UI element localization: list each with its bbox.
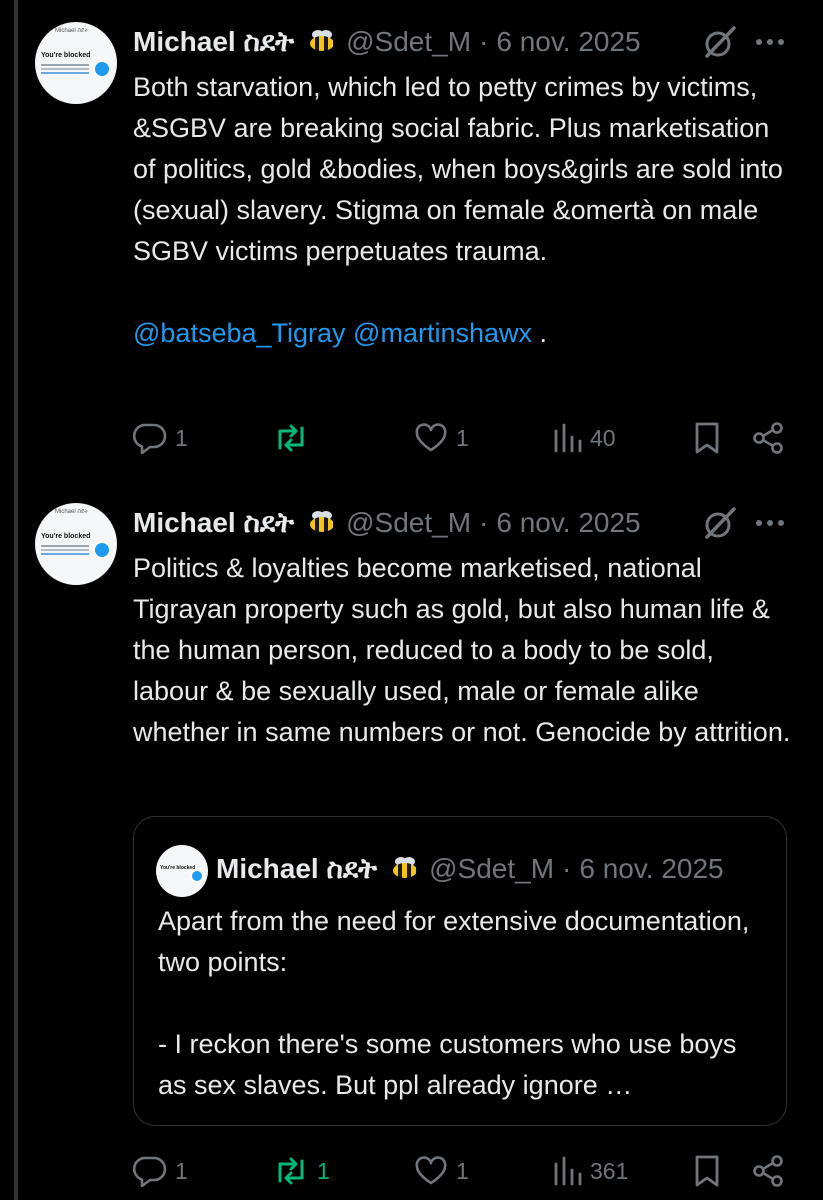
bookmark-icon xyxy=(695,1155,719,1187)
reply-count: 1 xyxy=(175,424,188,451)
mentions-line: @batseba_Tigray @martinshawx . xyxy=(133,313,793,354)
quoted-header: Michael ስደት @Sdet_M · 6 nov. 2025 xyxy=(216,849,724,889)
more-icon[interactable] xyxy=(750,22,790,62)
bookmark-icon xyxy=(695,422,719,454)
avatar-top-text: Michael ስደት xyxy=(55,28,89,34)
grok-icon[interactable] xyxy=(700,22,740,62)
author-handle[interactable]: @Sdet_M xyxy=(346,26,471,58)
tweet-date[interactable]: 6 nov. 2025 xyxy=(496,507,640,539)
reply-button[interactable]: 1 xyxy=(133,418,188,458)
tweet-text: Both starvation, which led to petty crim… xyxy=(133,67,793,354)
tweet-date[interactable]: 6 nov. 2025 xyxy=(496,26,640,58)
avatar-lines xyxy=(41,64,89,66)
avatar[interactable]: Michael ስደት You're blocked xyxy=(35,503,117,585)
separator: · xyxy=(479,507,489,538)
views-icon xyxy=(554,423,582,453)
mention-link[interactable]: @martinshawx xyxy=(353,318,532,348)
repost-icon xyxy=(278,1157,304,1185)
like-button[interactable]: 1 xyxy=(414,1151,469,1191)
author-handle[interactable]: @Sdet_M xyxy=(346,507,471,539)
thread-line xyxy=(14,0,18,1200)
action-bar: 1 1 40 xyxy=(133,418,793,458)
tweet-header: Michael ስደት @Sdet_M · 6 nov. 2025 xyxy=(133,503,641,543)
verified-check-icon xyxy=(93,60,111,78)
views-icon xyxy=(554,1156,582,1186)
quoted-author-name: Michael ስደት xyxy=(216,852,378,884)
share-icon xyxy=(753,1155,783,1187)
separator: · xyxy=(562,853,572,884)
like-icon xyxy=(415,1156,447,1185)
reply-icon xyxy=(133,1156,167,1187)
views-button[interactable]: 361 xyxy=(552,1151,628,1191)
quoted-author-handle: @Sdet_M xyxy=(429,853,555,884)
verified-check-icon xyxy=(190,869,204,883)
share-icon xyxy=(753,422,783,454)
like-count: 1 xyxy=(456,1157,469,1184)
quoted-tweet[interactable]: You're blocked Michael ስደት @Sdet_M · 6 n… xyxy=(133,816,787,1126)
action-bar: 1 1 1 361 xyxy=(133,1151,793,1191)
like-count: 1 xyxy=(456,424,469,451)
repost-button[interactable] xyxy=(273,418,317,458)
quoted-paragraph: - I reckon there's some customers who us… xyxy=(158,1029,737,1100)
views-count: 361 xyxy=(590,1157,629,1184)
bee-emoji-icon xyxy=(387,857,421,881)
like-button[interactable]: 1 xyxy=(414,418,469,458)
mention-suffix: . xyxy=(532,318,548,348)
quoted-date: 6 nov. 2025 xyxy=(579,853,724,884)
author-name[interactable]: Michael ስደት xyxy=(133,507,294,540)
tweet-header: Michael ስደት @Sdet_M · 6 nov. 2025 xyxy=(133,22,641,62)
bee-emoji-icon xyxy=(304,30,338,54)
repost-button[interactable]: 1 xyxy=(273,1151,330,1191)
quoted-avatar: You're blocked xyxy=(156,845,208,897)
separator: · xyxy=(479,26,489,57)
repost-count: 1 xyxy=(317,1157,330,1184)
avatar-blocked-text: You're blocked xyxy=(160,865,196,871)
tweet-paragraph: Both starvation, which led to petty crim… xyxy=(133,72,783,266)
author-name[interactable]: Michael ስደት xyxy=(133,26,294,59)
quoted-text: Apart from the need for extensive docume… xyxy=(158,901,768,1106)
reply-button[interactable]: 1 xyxy=(133,1151,188,1191)
more-icon[interactable] xyxy=(750,503,790,543)
tweet-paragraph: Politics & loyalties become marketised, … xyxy=(133,553,791,747)
bookmark-button[interactable] xyxy=(693,1151,721,1191)
avatar[interactable]: Michael ስደት You're blocked xyxy=(35,22,117,104)
grok-icon[interactable] xyxy=(700,503,740,543)
avatar-blocked-text: You're blocked xyxy=(41,533,91,540)
reply-icon xyxy=(133,423,167,454)
views-count: 40 xyxy=(590,424,616,451)
reply-count: 1 xyxy=(175,1157,188,1184)
repost-icon xyxy=(278,424,304,452)
avatar-top-text: Michael ስደት xyxy=(55,509,89,515)
bookmark-button[interactable] xyxy=(693,418,721,458)
tweet-text: Politics & loyalties become marketised, … xyxy=(133,548,793,753)
bee-emoji-icon xyxy=(304,511,338,535)
like-icon xyxy=(415,423,447,452)
views-button[interactable]: 40 xyxy=(552,418,616,458)
avatar-lines xyxy=(41,545,89,547)
avatar-blocked-text: You're blocked xyxy=(41,52,91,59)
share-button[interactable] xyxy=(751,418,785,458)
verified-check-icon xyxy=(93,541,111,559)
mention-link[interactable]: @batseba_Tigray xyxy=(133,318,346,348)
quoted-paragraph: Apart from the need for extensive docume… xyxy=(158,906,750,977)
share-button[interactable] xyxy=(751,1151,785,1191)
